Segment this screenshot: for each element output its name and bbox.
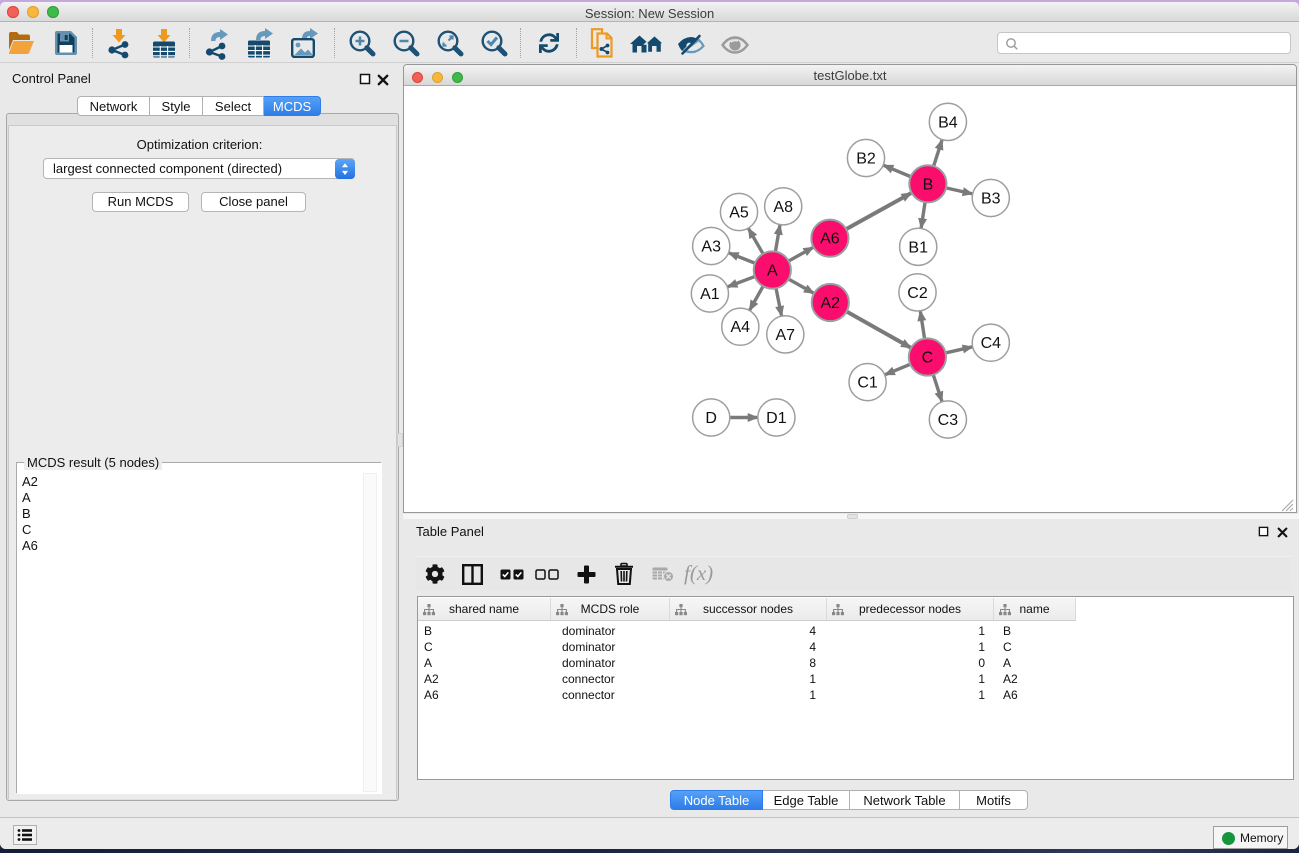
svg-text:B2: B2 xyxy=(856,150,876,167)
svg-text:C1: C1 xyxy=(857,374,878,391)
svg-text:A6: A6 xyxy=(820,230,840,247)
svg-text:C2: C2 xyxy=(907,284,928,301)
svg-text:C: C xyxy=(922,349,934,366)
svg-text:A2: A2 xyxy=(821,295,841,312)
svg-text:B4: B4 xyxy=(938,114,958,131)
svg-text:B: B xyxy=(923,176,934,193)
svg-text:A3: A3 xyxy=(701,238,721,255)
svg-text:D1: D1 xyxy=(766,410,787,427)
svg-text:A: A xyxy=(767,262,778,279)
svg-text:A5: A5 xyxy=(729,204,749,221)
svg-text:A1: A1 xyxy=(700,286,720,303)
svg-text:B1: B1 xyxy=(908,239,928,256)
svg-text:C3: C3 xyxy=(938,412,959,429)
svg-text:C4: C4 xyxy=(981,335,1002,352)
svg-text:A4: A4 xyxy=(731,319,751,336)
svg-text:D: D xyxy=(705,410,717,427)
svg-text:A7: A7 xyxy=(776,326,796,343)
svg-text:B3: B3 xyxy=(981,190,1001,207)
svg-text:A8: A8 xyxy=(773,198,793,215)
